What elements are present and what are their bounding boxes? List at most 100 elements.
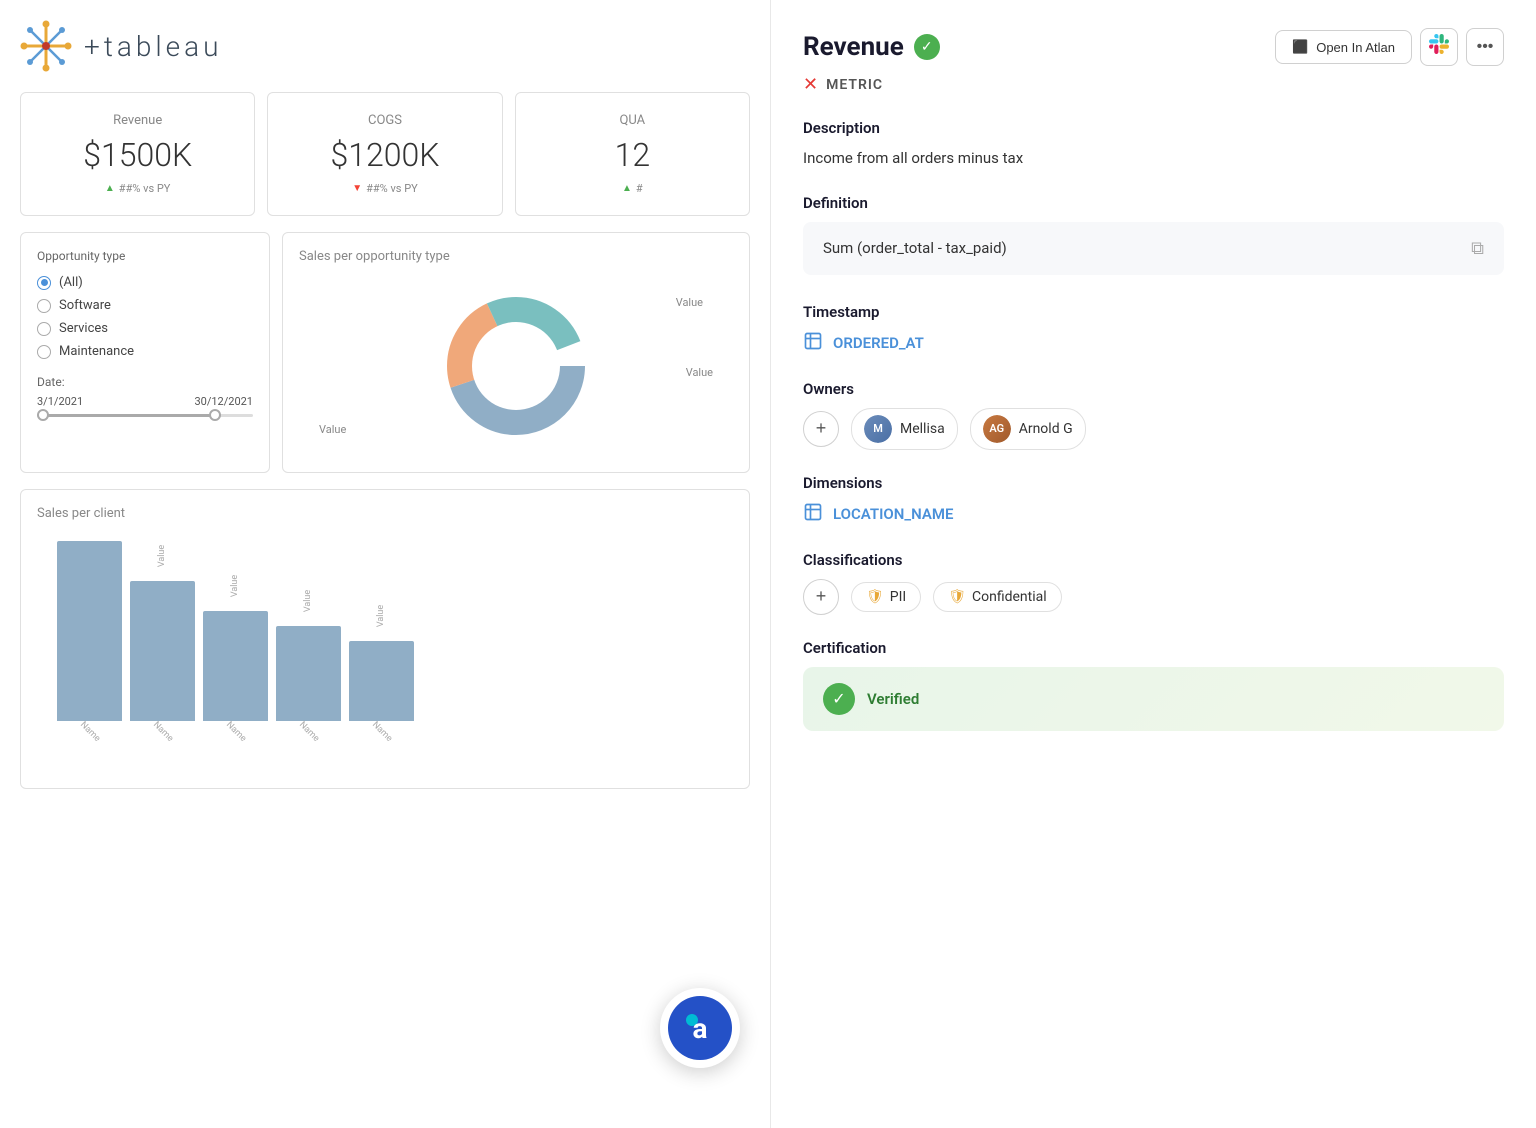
definition-box: Sum (order_total - tax_paid) ⧉ — [803, 222, 1504, 275]
cogs-change: ▼ ##% vs PY — [288, 182, 481, 195]
mellisa-name: Mellisa — [900, 421, 945, 437]
open-atlan-icon: ⬛ — [1292, 39, 1308, 55]
atlan-logo: a — [668, 996, 732, 1060]
mellisa-avatar: M — [864, 415, 892, 443]
date-end: 30/12/2021 — [194, 395, 253, 408]
owner-chip-arnold[interactable]: AG Arnold G — [970, 408, 1086, 450]
filter-maintenance[interactable]: Maintenance — [37, 344, 253, 359]
owners-section-label: Owners — [803, 380, 1504, 398]
donut-container: Value Value Value — [299, 276, 733, 456]
donut-label-mid: Value — [686, 366, 713, 379]
definition-section-label: Definition — [803, 194, 1504, 212]
donut-label-top: Value — [676, 296, 703, 309]
confidential-chip[interactable]: 🛡 Confidential — [933, 582, 1061, 612]
add-owner-button[interactable]: + — [803, 411, 839, 447]
metric-type-icon: ✕ — [803, 74, 818, 95]
slider-left-thumb[interactable] — [37, 409, 49, 421]
add-classification-button[interactable]: + — [803, 579, 839, 615]
revenue-metric-card: Revenue $1500K ▲ ##% vs PY — [20, 92, 255, 216]
date-slider[interactable] — [37, 414, 253, 417]
bar-group-4: Value Name — [276, 626, 341, 737]
certification-section-label: Certification — [803, 639, 1504, 657]
open-atlan-label: Open In Atlan — [1316, 40, 1395, 55]
bar-chart-area: Value Name Value Name Value Name Value N… — [37, 537, 733, 767]
copy-icon[interactable]: ⧉ — [1471, 238, 1484, 259]
filter-software[interactable]: Software — [37, 298, 253, 313]
bar-chart-card: Sales per client Value Name Value Name V… — [20, 489, 750, 789]
donut-title: Sales per opportunity type — [299, 249, 733, 264]
bar-5 — [349, 641, 414, 721]
bar-1 — [57, 541, 122, 721]
bar-2 — [130, 581, 195, 721]
date-label: Date: — [37, 375, 253, 389]
more-icon: ••• — [1477, 38, 1494, 56]
timestamp-value: ORDERED_AT — [803, 331, 1504, 356]
bar-group-2: Value Name — [130, 581, 195, 737]
classifications-row: + 🛡 PII 🛡 Confidential — [803, 579, 1504, 615]
date-start: 3/1/2021 — [37, 395, 83, 408]
slack-icon — [1429, 34, 1449, 60]
confidential-shield-icon: 🛡 — [948, 589, 966, 605]
open-in-atlan-button[interactable]: ⬛ Open In Atlan — [1275, 30, 1412, 64]
filter-all[interactable]: (All) — [37, 275, 253, 290]
confidential-label: Confidential — [972, 589, 1047, 605]
metric-type-row: ✕ METRIC — [803, 74, 1504, 95]
arnold-avatar: AG — [983, 415, 1011, 443]
qua-value: 12 — [536, 136, 729, 174]
qua-label: QUA — [536, 113, 729, 128]
slider-right-thumb[interactable] — [209, 409, 221, 421]
cogs-arrow: ▼ — [352, 183, 362, 194]
qua-arrow: ▲ — [622, 183, 632, 194]
date-range: 3/1/2021 30/12/2021 — [37, 395, 253, 408]
dimensions-value: LOCATION_NAME — [803, 502, 1504, 527]
dimension-table-icon — [803, 502, 823, 527]
panel-title-row: Revenue ✓ — [803, 32, 940, 62]
definition-text: Sum (order_total - tax_paid) — [823, 239, 1007, 257]
revenue-change: ▲ ##% vs PY — [41, 182, 234, 195]
bar-4 — [276, 626, 341, 721]
cogs-value: $1200K — [288, 136, 481, 174]
timestamp-table-icon — [803, 331, 823, 356]
tableau-wordmark: +tableau — [84, 30, 223, 63]
owner-chip-mellisa[interactable]: M Mellisa — [851, 408, 958, 450]
qua-change: ▲ # — [536, 182, 729, 195]
bar-chart-title: Sales per client — [37, 506, 733, 521]
description-text: Income from all orders minus tax — [803, 147, 1504, 170]
slack-button[interactable] — [1420, 28, 1458, 66]
bar-group-5: Value Name — [349, 641, 414, 737]
date-section: Date: 3/1/2021 30/12/2021 — [37, 375, 253, 417]
atlan-fab-button[interactable]: a — [660, 988, 740, 1068]
tableau-logo: +tableau — [20, 20, 750, 72]
panel-header: Revenue ✓ ⬛ Open In Atlan — [803, 28, 1504, 66]
revenue-label: Revenue — [41, 113, 234, 128]
bar-group-3: Value Name — [203, 611, 268, 737]
donut-svg — [436, 286, 596, 446]
pii-label: PII — [890, 589, 906, 605]
metric-type-label: METRIC — [826, 77, 883, 93]
timestamp-link[interactable]: ORDERED_AT — [833, 334, 924, 352]
more-options-button[interactable]: ••• — [1466, 28, 1504, 66]
donut-chart-card: Sales per opportunity type Value Value V… — [282, 232, 750, 473]
filter-card: Opportunity type (All) Software Services… — [20, 232, 270, 473]
certification-card: ✓ Verified — [803, 667, 1504, 731]
panel-actions: ⬛ Open In Atlan — [1275, 28, 1504, 66]
verified-badge: ✓ — [914, 34, 940, 60]
cert-check-icon: ✓ — [823, 683, 855, 715]
dimension-link[interactable]: LOCATION_NAME — [833, 505, 953, 523]
revenue-value: $1500K — [41, 136, 234, 174]
pii-chip[interactable]: 🛡 PII — [851, 582, 921, 612]
timestamp-section-label: Timestamp — [803, 303, 1504, 321]
filter-services[interactable]: Services — [37, 321, 253, 336]
qua-metric-card: QUA 12 ▲ # — [515, 92, 750, 216]
bar-group-1: Value Name — [57, 541, 122, 737]
dimensions-section-label: Dimensions — [803, 474, 1504, 492]
owners-row: + M Mellisa AG Arnold G — [803, 408, 1504, 450]
cogs-metric-card: COGS $1200K ▼ ##% vs PY — [267, 92, 502, 216]
bar-3 — [203, 611, 268, 721]
filter-title: Opportunity type — [37, 249, 253, 263]
radio-software — [37, 299, 51, 313]
charts-row: Opportunity type (All) Software Services… — [20, 232, 750, 473]
description-section-label: Description — [803, 119, 1504, 137]
revenue-arrow: ▲ — [105, 183, 115, 194]
arnold-name: Arnold G — [1019, 421, 1073, 437]
